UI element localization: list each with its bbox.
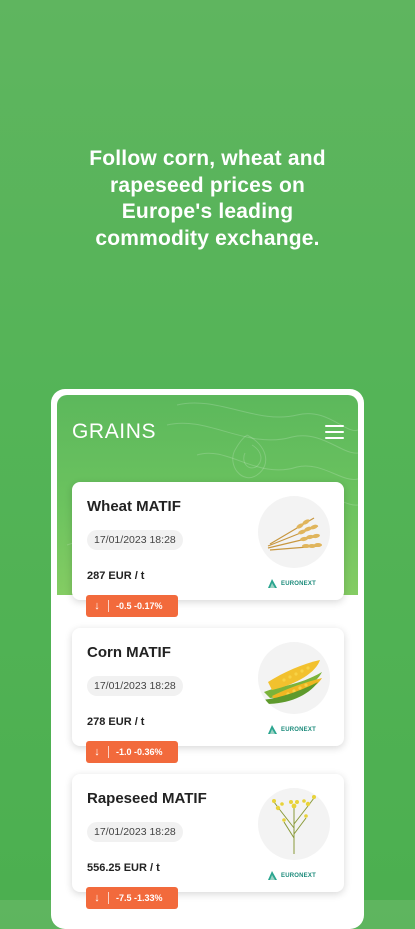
euronext-logo: EURONEXT — [267, 578, 316, 589]
arrow-down-icon: ↓ — [86, 600, 109, 612]
headline-line-2: rapeseed prices on — [109, 173, 306, 197]
hamburger-menu-icon[interactable] — [325, 425, 344, 441]
headline-line-3: Europe's leading — [121, 200, 294, 223]
euronext-label: EURONEXT — [281, 580, 316, 587]
price-change-value: -0.5 -0.17% — [116, 601, 163, 611]
card-price: 278 EUR / t — [87, 716, 145, 728]
price-change-badge: ↓ -1.0 -0.36% — [86, 741, 178, 763]
euronext-label: EURONEXT — [281, 872, 316, 879]
headline-line-4: commodity exchange. — [95, 226, 320, 250]
headline-line-1: Follow corn, wheat and — [89, 147, 326, 170]
app-title: GRAINS — [72, 420, 157, 443]
card-title: Rapeseed MATIF — [87, 790, 207, 807]
wheat-icon — [258, 496, 330, 568]
rapeseed-icon — [258, 788, 330, 860]
commodity-card-wheat[interactable]: Wheat MATIF 17/01/2023 18:28 287 EUR / t — [72, 482, 344, 617]
card-date: 17/01/2023 18:28 — [87, 822, 183, 842]
price-change-value: -1.0 -0.36% — [116, 747, 163, 757]
euronext-icon — [268, 725, 277, 734]
card-price: 287 EUR / t — [87, 570, 145, 582]
euronext-icon — [268, 579, 277, 588]
euronext-icon — [268, 871, 277, 880]
commodity-card-rapeseed[interactable]: Rapeseed MATIF 17/01/2023 18:28 556.25 E… — [72, 774, 344, 909]
headline: Follow corn, wheat and rapeseed prices o… — [0, 146, 415, 252]
commodity-card-corn[interactable]: Corn MATIF 17/01/2023 18:28 278 EUR / t … — [72, 628, 344, 763]
card-date: 17/01/2023 18:28 — [87, 530, 183, 550]
card-title: Wheat MATIF — [87, 498, 181, 515]
card-date: 17/01/2023 18:28 — [87, 676, 183, 696]
price-change-value: -7.5 -1.33% — [116, 893, 163, 903]
price-change-badge: ↓ -0.5 -0.17% — [86, 595, 178, 617]
phone-mockup: GRAINS Wheat MATIF 17/01/2023 18:28 287 … — [51, 389, 364, 929]
euronext-label: EURONEXT — [281, 726, 316, 733]
euronext-logo: EURONEXT — [267, 870, 316, 881]
arrow-down-icon: ↓ — [86, 746, 109, 758]
card-title: Corn MATIF — [87, 644, 171, 661]
card-price: 556.25 EUR / t — [87, 862, 160, 874]
corn-icon — [258, 642, 330, 714]
arrow-down-icon: ↓ — [86, 892, 109, 904]
price-change-badge: ↓ -7.5 -1.33% — [86, 887, 178, 909]
euronext-logo: EURONEXT — [267, 724, 316, 735]
